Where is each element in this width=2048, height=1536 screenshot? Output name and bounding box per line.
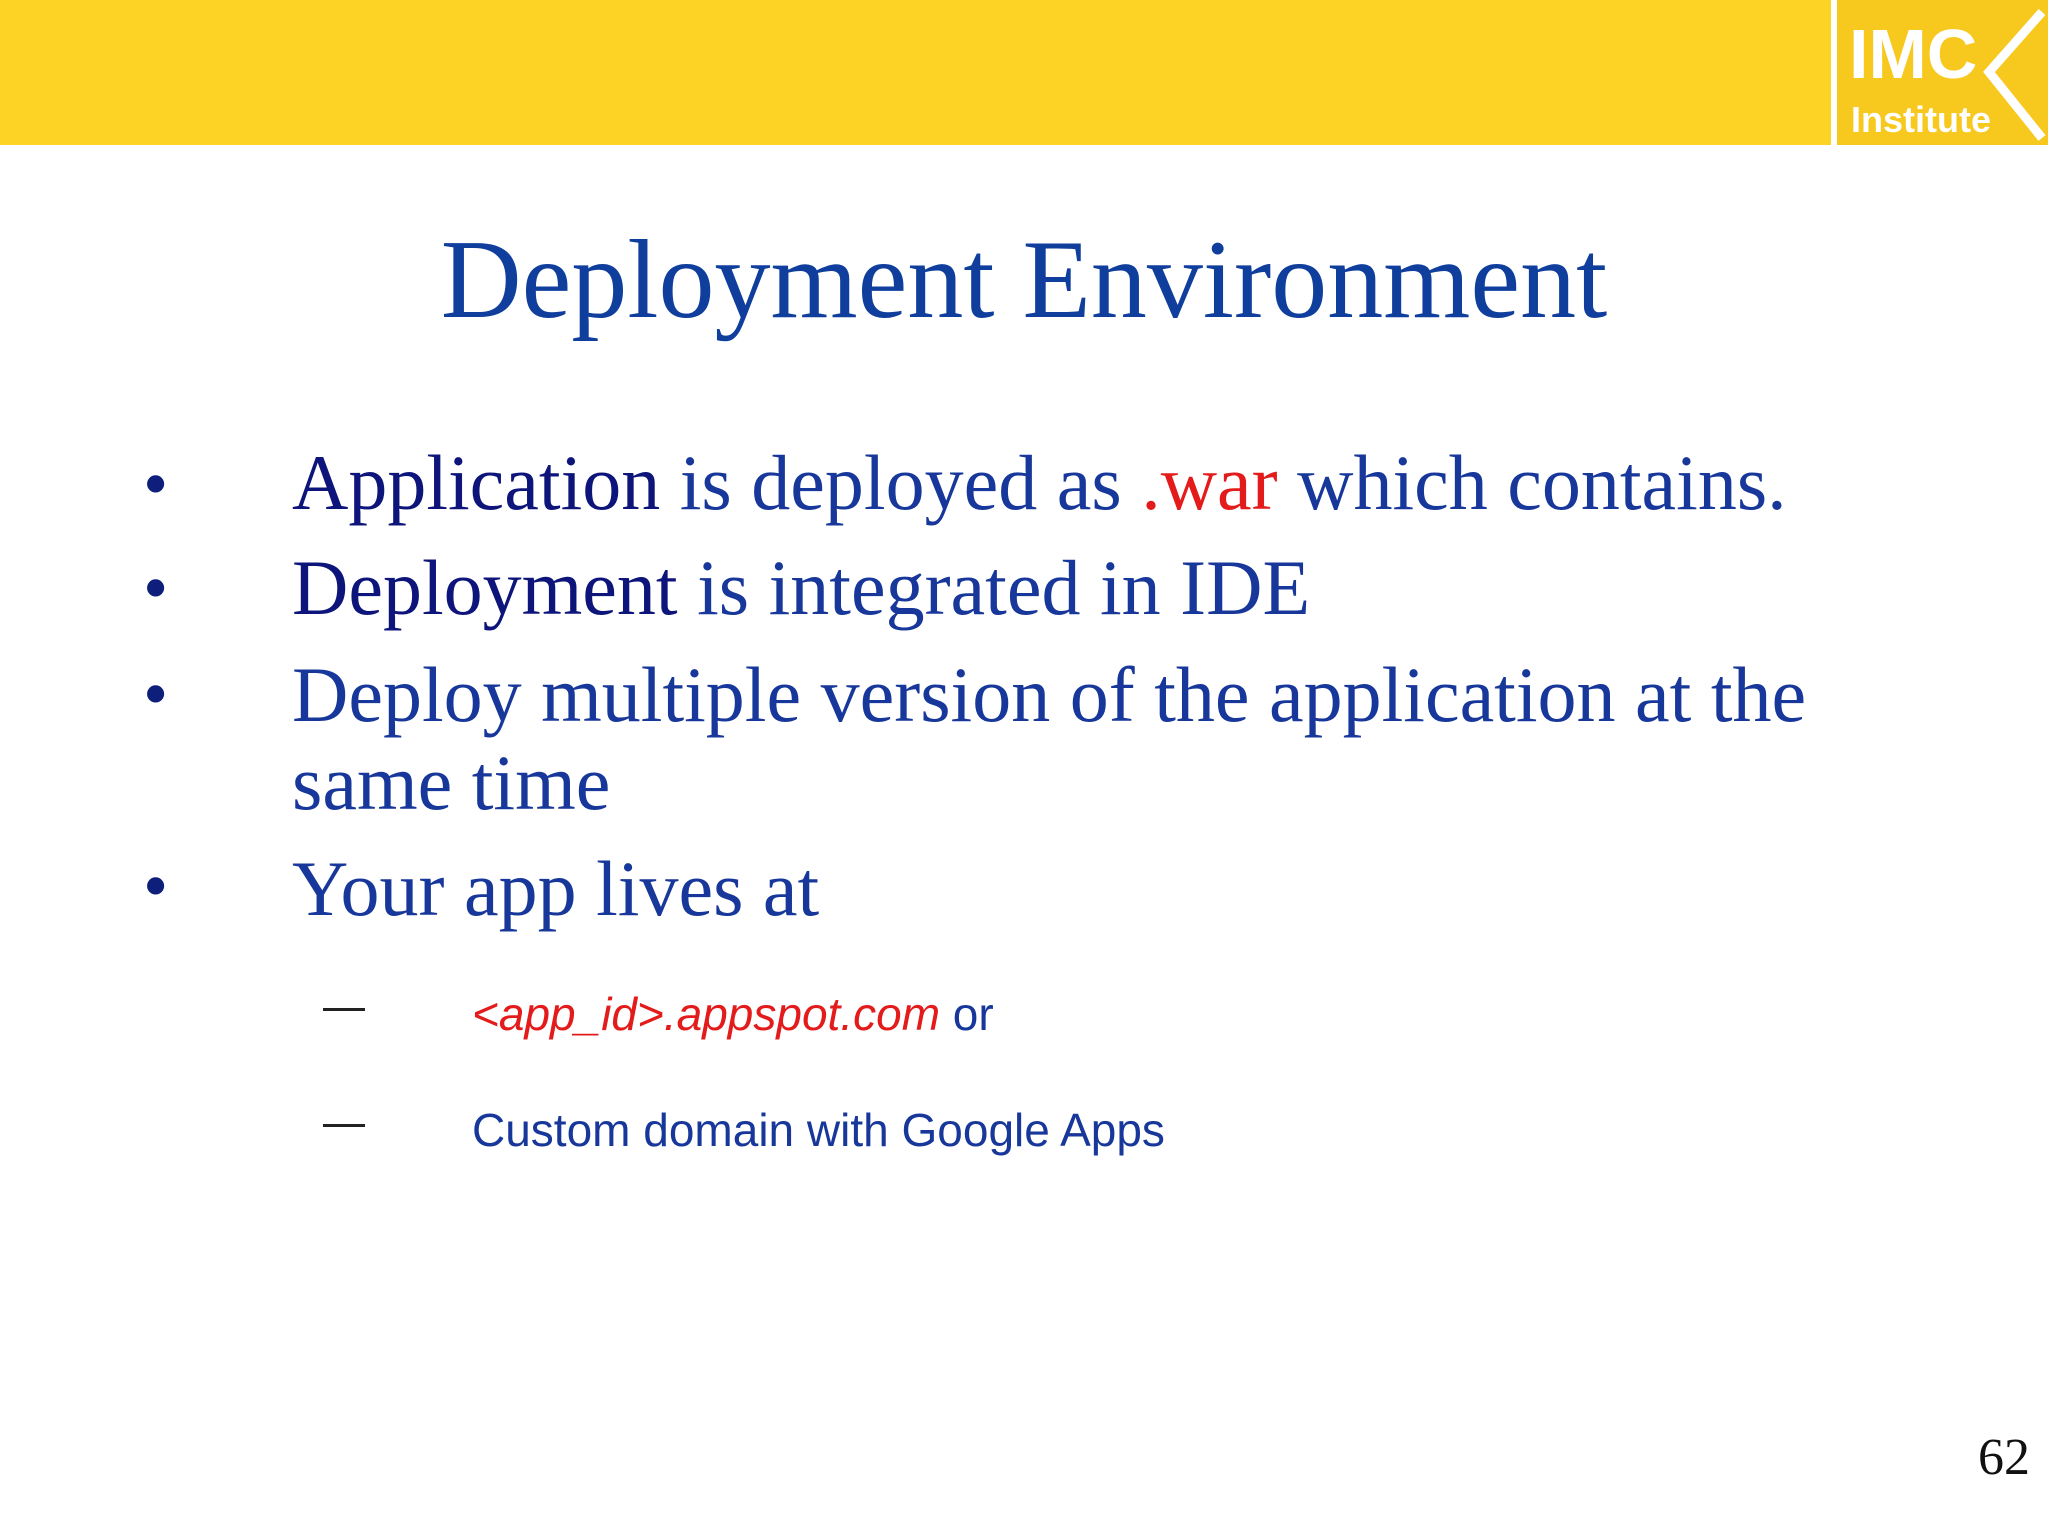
- bullet-icon: •: [143, 548, 169, 628]
- bullet-1-tail: which contains.: [1277, 439, 1787, 526]
- sub-bullet-1-suffix: or: [940, 988, 994, 1040]
- bullet-icon: •: [143, 654, 169, 734]
- bullet-item-2: Deployment is integrated in IDE: [292, 545, 1310, 631]
- bullet-1-text: is deployed as: [660, 439, 1142, 526]
- bullet-icon: •: [143, 444, 169, 524]
- page-number: 62: [1978, 1429, 2030, 1486]
- bullet-item-4: Your app lives at: [292, 845, 820, 932]
- bullet-2-text: is integrated in IDE: [677, 544, 1311, 631]
- bullet-item-3-line-2: same time: [292, 739, 611, 826]
- bullet-icon: •: [143, 846, 169, 926]
- bullet-2-keyword: Deployment: [292, 544, 678, 631]
- bullet-list: • Application is deployed as .war which …: [0, 0, 2048, 1536]
- bullet-item-3-line-1: Deploy multiple version of the applicati…: [292, 651, 1807, 738]
- sub-bullet-2: Custom domain with Google Apps: [472, 1104, 1165, 1156]
- sub-bullet-1: <app_id>.appspot.com or: [472, 986, 994, 1042]
- dash-icon: [323, 1124, 365, 1127]
- bullet-1-war: .war: [1141, 439, 1278, 526]
- appspot-url: <app_id>.appspot.com: [472, 988, 941, 1040]
- bullet-item-1: Application is deployed as .war which co…: [292, 440, 1787, 526]
- dash-icon: [323, 1008, 365, 1011]
- bullet-1-keyword: Application: [292, 439, 661, 526]
